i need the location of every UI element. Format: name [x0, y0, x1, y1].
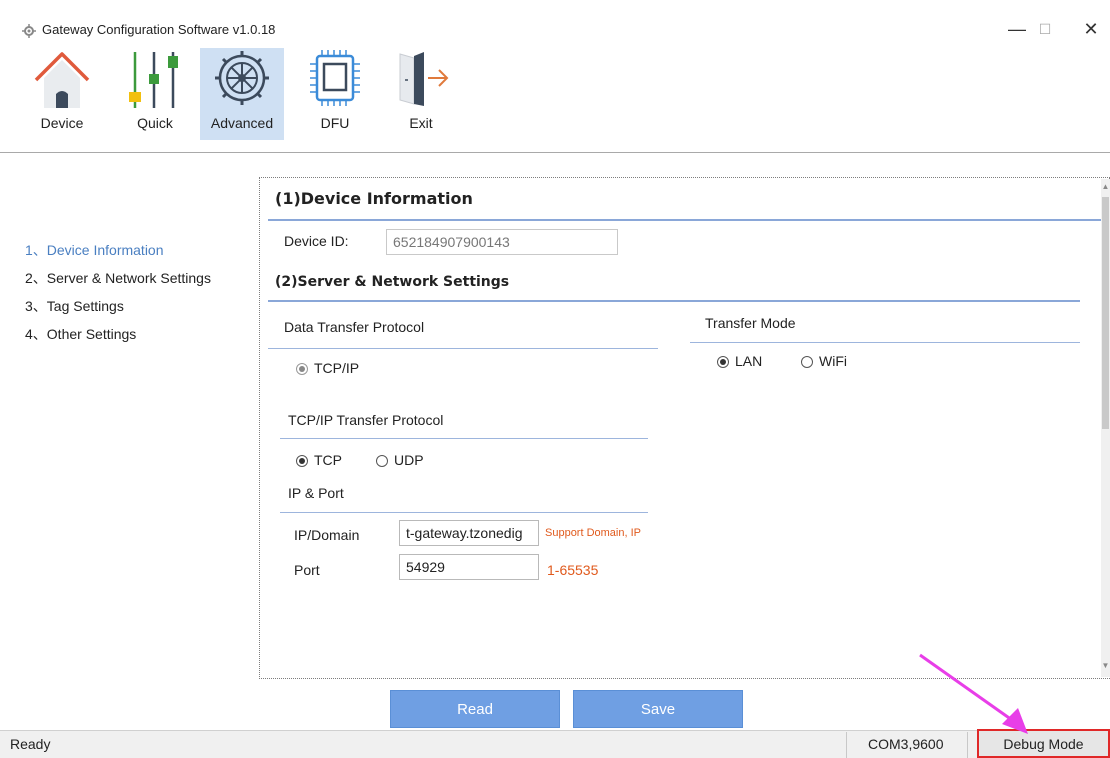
udp-radio[interactable]: [376, 455, 388, 467]
toolbar-quick-button[interactable]: Quick: [118, 48, 192, 140]
tcpip-radio-label: TCP/IP: [314, 360, 360, 376]
ip-domain-label: IP/Domain: [294, 527, 360, 543]
divider: [268, 300, 1080, 302]
nav-item-other-settings[interactable]: 4、Other Settings: [25, 324, 136, 344]
udp-radio-label: UDP: [394, 452, 424, 468]
divider: [280, 512, 648, 513]
tcpip-transfer-protocol-label: TCP/IP Transfer Protocol: [288, 412, 444, 428]
toolbar-device-button[interactable]: Device: [24, 48, 100, 140]
wifi-radio-label: WiFi: [819, 353, 847, 369]
tcpip-radio[interactable]: [296, 363, 308, 375]
scroll-thumb[interactable]: [1102, 197, 1109, 429]
toolbar-exit-button[interactable]: Exit: [384, 48, 458, 140]
toolbar-dfu-label: DFU: [320, 115, 350, 131]
device-id-field[interactable]: 652184907900143: [386, 229, 618, 255]
wifi-radio[interactable]: [801, 356, 813, 368]
toolbar-dfu-button[interactable]: DFU: [298, 48, 372, 140]
tcp-radio[interactable]: [296, 455, 308, 467]
scroll-up-icon[interactable]: ▲: [1101, 179, 1110, 195]
divider: [280, 438, 648, 439]
divider: [268, 219, 1102, 221]
annotation-arrow-icon: [919, 653, 1028, 734]
port-label: Port: [294, 562, 320, 578]
maximize-button[interactable]: ☐: [1022, 14, 1068, 44]
gear-icon: [215, 51, 269, 105]
data-transfer-protocol-label: Data Transfer Protocol: [284, 319, 425, 335]
sliders-icon: [129, 52, 178, 108]
save-button[interactable]: Save: [573, 690, 743, 728]
lan-radio[interactable]: [717, 356, 729, 368]
chip-icon: [310, 50, 360, 106]
toolbar-device-label: Device: [40, 115, 84, 131]
nav-item-tag-settings[interactable]: 3、Tag Settings: [25, 296, 124, 316]
toolbar-divider: [0, 152, 1110, 153]
nav-item-device-information[interactable]: 1、Device Information: [25, 240, 164, 260]
divider: [268, 348, 658, 349]
server-network-section-title: (2)Server & Network Settings: [275, 274, 510, 290]
ip-domain-hint: Support Domain, IP: [545, 527, 641, 539]
scroll-down-icon[interactable]: ▼: [1101, 658, 1110, 674]
toolbar-exit-label: Exit: [409, 115, 433, 131]
port-hint: 1-65535: [547, 562, 599, 578]
toolbar-advanced-button[interactable]: Advanced: [200, 48, 284, 140]
tcp-radio-label: TCP: [314, 452, 342, 468]
home-icon: [34, 52, 90, 108]
app-gear-icon: [22, 24, 36, 38]
close-button[interactable]: ✕: [1068, 14, 1110, 44]
read-button[interactable]: Read: [390, 690, 560, 728]
divider: [690, 342, 1080, 343]
status-text: Ready: [10, 736, 51, 752]
window-title: Gateway Configuration Software v1.0.18: [42, 22, 276, 37]
transfer-mode-label: Transfer Mode: [705, 315, 796, 331]
nav-item-server-network-settings[interactable]: 2、Server & Network Settings: [25, 268, 211, 288]
ip-domain-input[interactable]: t-gateway.tzonedig: [399, 520, 539, 546]
ip-port-label: IP & Port: [288, 485, 344, 501]
device-id-label: Device ID:: [284, 233, 349, 249]
port-input[interactable]: 54929: [399, 554, 539, 580]
lan-radio-label: LAN: [735, 353, 763, 369]
toolbar-quick-label: Quick: [137, 115, 173, 131]
device-info-section-title: (1)Device Information: [275, 189, 473, 208]
exit-door-icon: [399, 52, 449, 106]
status-divider: [846, 732, 847, 758]
toolbar-advanced-label: Advanced: [210, 115, 274, 131]
